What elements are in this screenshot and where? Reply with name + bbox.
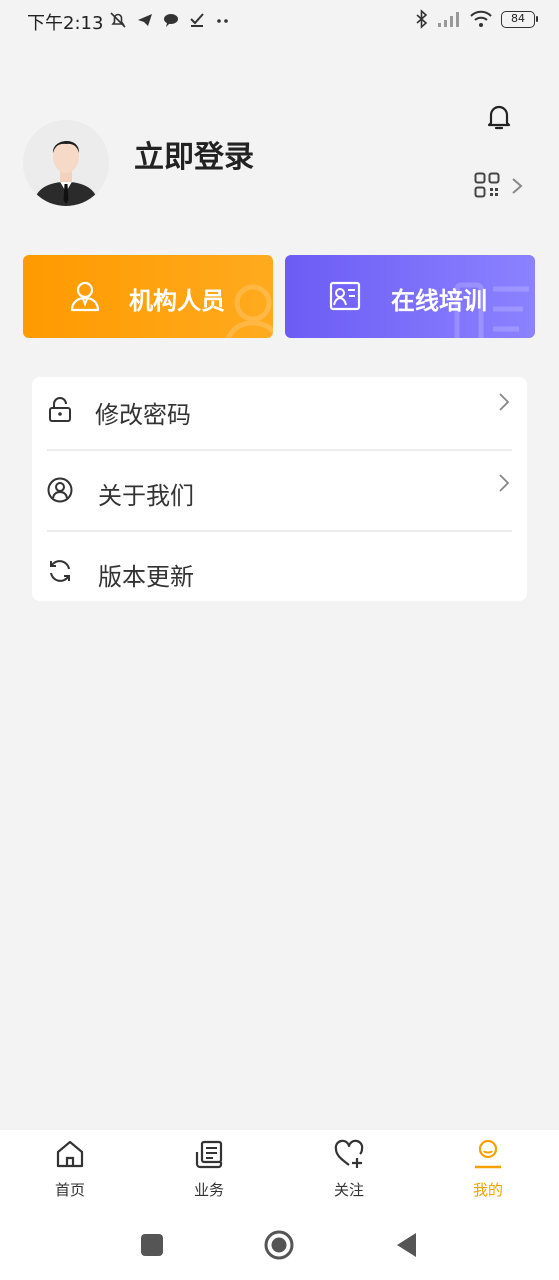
home-icon bbox=[56, 1140, 84, 1168]
menu-label-change-password: 修改密码 bbox=[95, 401, 191, 429]
telegram-icon bbox=[138, 14, 152, 26]
tab-business-label: 业务 bbox=[193, 1181, 224, 1199]
wifi-icon bbox=[470, 10, 492, 27]
qr-code-icon[interactable] bbox=[474, 172, 500, 198]
lock-icon bbox=[49, 397, 71, 422]
status-time: 下午2:13 bbox=[27, 13, 104, 34]
home-button-icon[interactable] bbox=[264, 1230, 294, 1260]
status-notification-icons bbox=[108, 10, 232, 30]
bottom-tab-bar: 首页 业务 关注 我的 bbox=[0, 1130, 559, 1210]
status-system-icons: 84 bbox=[415, 9, 538, 29]
org-staff-label: 机构人员 bbox=[129, 287, 225, 315]
battery-indicator: 84 bbox=[501, 10, 538, 28]
chat-icon bbox=[164, 14, 178, 27]
recent-apps-icon[interactable] bbox=[137, 1230, 167, 1260]
chevron-right-icon bbox=[499, 393, 510, 411]
more-dots-icon bbox=[217, 19, 228, 23]
back-button-icon[interactable] bbox=[392, 1230, 422, 1260]
refresh-icon bbox=[50, 560, 70, 582]
profile-icon bbox=[475, 1139, 501, 1169]
status-bar: 下午2:13 84 bbox=[0, 0, 559, 40]
person-icon bbox=[70, 281, 100, 312]
online-training-card[interactable]: 在线培训 bbox=[285, 255, 535, 338]
bell-icon[interactable] bbox=[482, 100, 516, 134]
check-icon bbox=[190, 13, 204, 27]
tab-home-label: 首页 bbox=[54, 1181, 85, 1199]
settings-menu: 修改密码 关于我们 版本更新 bbox=[32, 377, 527, 601]
signal-icon bbox=[438, 12, 459, 27]
mute-bell-icon bbox=[110, 12, 126, 28]
business-icon bbox=[195, 1140, 223, 1169]
org-staff-card[interactable]: 机构人员 bbox=[23, 255, 273, 338]
menu-item-version-update[interactable]: 版本更新 bbox=[32, 531, 527, 611]
online-training-label: 在线培训 bbox=[391, 287, 487, 315]
chevron-right-icon[interactable] bbox=[510, 176, 524, 196]
bluetooth-icon bbox=[416, 9, 428, 29]
menu-item-change-password[interactable]: 修改密码 bbox=[32, 377, 527, 457]
tab-business[interactable]: 业务 bbox=[169, 1130, 249, 1210]
heart-plus-icon bbox=[334, 1139, 364, 1168]
user-circle-icon bbox=[47, 477, 73, 503]
menu-label-version-update: 版本更新 bbox=[98, 563, 194, 591]
menu-item-about-us[interactable]: 关于我们 bbox=[32, 450, 527, 530]
tab-mine[interactable]: 我的 bbox=[448, 1130, 528, 1210]
system-navigation-bar bbox=[0, 1210, 559, 1280]
tab-follow[interactable]: 关注 bbox=[309, 1130, 389, 1210]
login-prompt[interactable]: 立即登录 bbox=[134, 132, 254, 176]
chevron-right-icon bbox=[499, 474, 510, 492]
avatar[interactable] bbox=[23, 120, 109, 206]
tab-mine-label: 我的 bbox=[472, 1181, 503, 1199]
menu-label-about-us: 关于我们 bbox=[98, 482, 194, 510]
tab-follow-label: 关注 bbox=[333, 1181, 364, 1199]
avatar-person-icon bbox=[23, 120, 109, 206]
training-certificate-icon bbox=[329, 281, 361, 311]
tab-home[interactable]: 首页 bbox=[30, 1130, 110, 1210]
